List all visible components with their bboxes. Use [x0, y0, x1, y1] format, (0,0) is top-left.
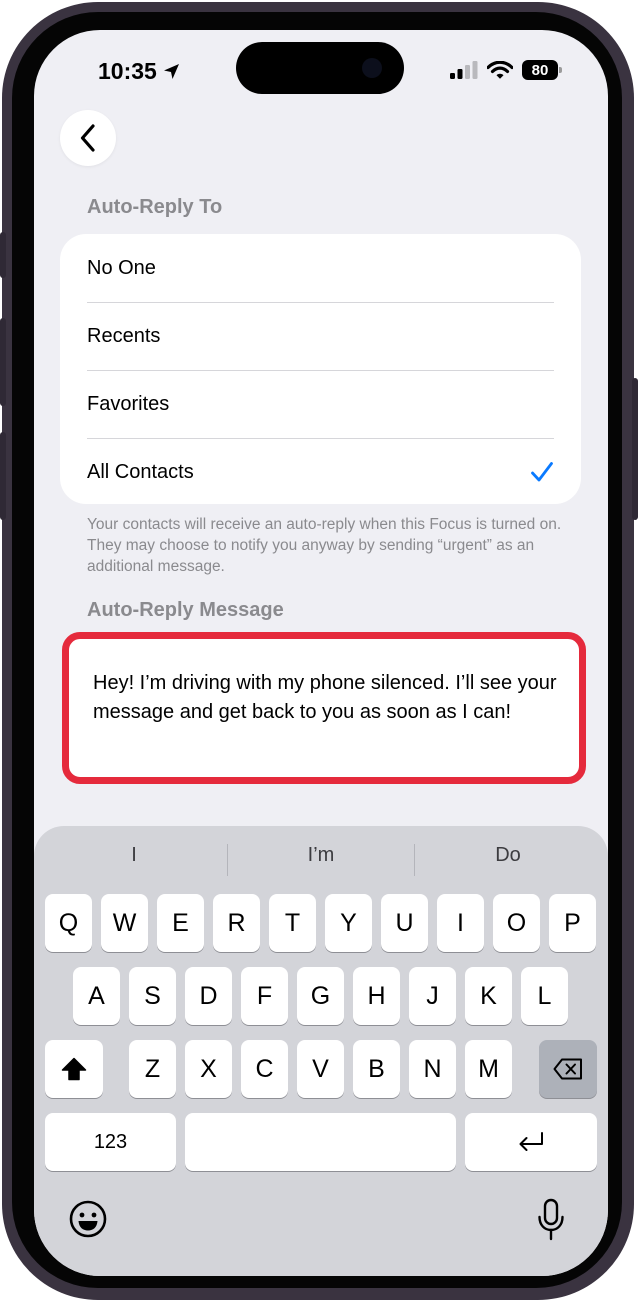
- key-t[interactable]: T: [269, 894, 316, 952]
- key-d[interactable]: D: [185, 967, 232, 1025]
- auto-reply-message-text[interactable]: Hey! I’m driving with my phone silenced.…: [93, 669, 563, 727]
- volume-down-button: [0, 432, 6, 520]
- suggestion-2[interactable]: I’m: [228, 844, 414, 867]
- numbers-key[interactable]: 123: [45, 1113, 176, 1171]
- screen: 10:35 80 Auto-Reply To No One Recents Fa…: [34, 30, 608, 1276]
- keyboard: I I’m Do Q W E R T Y U I O P A S D F G H…: [34, 826, 608, 1276]
- status-indicators: 80: [450, 60, 562, 80]
- chevron-left-icon: [80, 124, 95, 152]
- key-z[interactable]: Z: [129, 1040, 176, 1098]
- key-r[interactable]: R: [213, 894, 260, 952]
- emoji-icon[interactable]: [68, 1199, 108, 1239]
- option-label: Favorites: [87, 392, 170, 415]
- key-l[interactable]: L: [521, 967, 568, 1025]
- auto-reply-footnote: Your contacts will receive an auto-reply…: [87, 516, 562, 575]
- battery-level: 80: [531, 61, 549, 79]
- auto-reply-options: No One Recents Favorites All Contacts: [60, 234, 581, 504]
- key-f[interactable]: F: [241, 967, 288, 1025]
- key-e[interactable]: E: [157, 894, 204, 952]
- battery-icon: 80: [522, 60, 562, 80]
- camera-icon: [362, 58, 382, 78]
- key-p[interactable]: P: [549, 894, 596, 952]
- key-u[interactable]: U: [381, 894, 428, 952]
- dynamic-island: [236, 42, 404, 94]
- key-q[interactable]: Q: [45, 894, 92, 952]
- option-label: Recents: [87, 324, 161, 347]
- location-arrow-icon: [163, 64, 179, 79]
- key-i[interactable]: I: [437, 894, 484, 952]
- key-c[interactable]: C: [241, 1040, 288, 1098]
- shift-key[interactable]: [45, 1040, 103, 1098]
- key-g[interactable]: G: [297, 967, 344, 1025]
- time-label: 10:35: [98, 58, 157, 84]
- suggestion-1[interactable]: I: [41, 844, 227, 867]
- status-time: 10:35: [98, 58, 180, 85]
- key-j[interactable]: J: [409, 967, 456, 1025]
- key-v[interactable]: V: [297, 1040, 344, 1098]
- option-label: No One: [87, 256, 156, 279]
- shift-icon: [61, 1057, 87, 1081]
- option-favorites[interactable]: Favorites: [87, 370, 554, 439]
- key-x[interactable]: X: [185, 1040, 232, 1098]
- key-s[interactable]: S: [129, 967, 176, 1025]
- delete-backspace-icon: [553, 1058, 582, 1080]
- key-o[interactable]: O: [493, 894, 540, 952]
- key-b[interactable]: B: [353, 1040, 400, 1098]
- key-n[interactable]: N: [409, 1040, 456, 1098]
- option-no-one[interactable]: No One: [87, 234, 554, 303]
- auto-reply-to-header: Auto-Reply To: [87, 196, 223, 218]
- wifi-icon: [487, 60, 513, 79]
- back-button[interactable]: [60, 110, 116, 166]
- delete-key[interactable]: [539, 1040, 597, 1098]
- key-m[interactable]: M: [465, 1040, 512, 1098]
- key-a[interactable]: A: [73, 967, 120, 1025]
- suggestion-3[interactable]: Do: [415, 844, 601, 867]
- power-button: [632, 378, 638, 520]
- cellular-signal-icon: [450, 61, 478, 79]
- key-y[interactable]: Y: [325, 894, 372, 952]
- key-w[interactable]: W: [101, 894, 148, 952]
- return-icon: [519, 1132, 543, 1151]
- option-all-contacts[interactable]: All Contacts: [87, 438, 554, 506]
- predictive-bar: I I’m Do: [34, 826, 608, 888]
- return-key[interactable]: [465, 1113, 597, 1171]
- auto-reply-message-header: Auto-Reply Message: [87, 599, 284, 621]
- key-k[interactable]: K: [465, 967, 512, 1025]
- space-key[interactable]: [185, 1113, 456, 1171]
- auto-reply-message-field[interactable]: Hey! I’m driving with my phone silenced.…: [62, 632, 586, 784]
- microphone-icon[interactable]: [536, 1198, 566, 1242]
- option-label: All Contacts: [87, 460, 194, 483]
- key-h[interactable]: H: [353, 967, 400, 1025]
- action-button: [0, 232, 6, 278]
- checkmark-icon: [531, 462, 553, 482]
- volume-up-button: [0, 318, 6, 406]
- option-recents[interactable]: Recents: [87, 302, 554, 371]
